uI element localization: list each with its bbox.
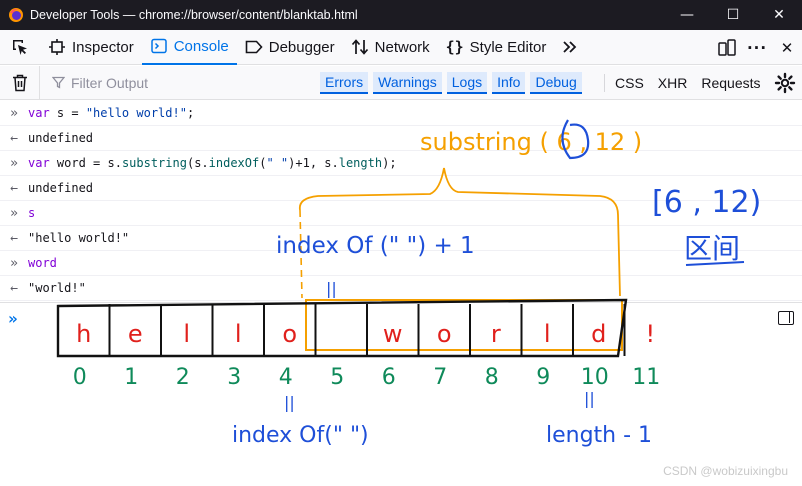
filter-input[interactable]: Filter Output [52,75,302,91]
message-text[interactable]: word [28,256,57,270]
sidebar-toggle-icon[interactable] [778,311,794,325]
dock-options-button[interactable] [712,30,742,65]
char-index: 10 [581,365,609,390]
message-text[interactable]: undefined [28,131,93,145]
message-text[interactable]: "hello world!" [28,231,129,245]
console-result-message: ← undefined [0,126,802,151]
filter-info-button[interactable]: Info [492,72,526,94]
tab-network[interactable]: Network [343,30,438,65]
filter-placeholder: Filter Output [71,74,149,91]
console-input-message: » s [0,201,802,226]
chevron-double-right-icon: » [10,105,18,121]
equals-mark-left: || [284,393,295,412]
chevron-double-right-icon [563,41,577,53]
style-editor-icon: {} [445,38,464,56]
filter-logs-button[interactable]: Logs [446,72,488,94]
filter-icon [52,76,65,89]
element-picker-button[interactable] [0,30,40,65]
tab-console[interactable]: Console [141,30,237,65]
ellipsis-icon: ··· [746,38,768,57]
filter-css-button[interactable]: CSS [615,75,644,91]
message-text[interactable]: s [28,206,35,220]
meatball-menu-button[interactable]: ··· [742,30,772,65]
message-text[interactable]: undefined [28,181,93,195]
tab-label: Console [173,37,229,55]
tab-label: Debugger [268,38,335,56]
network-icon [351,38,369,56]
filter-xhr-button[interactable]: XHR [658,75,688,91]
filter-errors-button[interactable]: Errors [320,72,369,94]
arrow-left-icon: ← [10,130,18,146]
arrow-left-icon: ← [10,180,18,196]
window-title: Developer Tools — chrome://browser/conte… [30,8,358,22]
toolbar-divider [604,74,605,92]
char-index: 5 [330,365,344,390]
char-index: 6 [382,365,396,390]
console-result-message: ← "world!" [0,276,802,301]
char-index: 9 [536,365,550,390]
char-index: 2 [176,365,190,390]
char-index: 8 [485,365,499,390]
inspector-icon [48,38,66,56]
element-picker-icon [13,40,27,55]
char-index: 0 [73,365,87,390]
char-index: 7 [433,365,447,390]
char-index: 1 [124,365,138,390]
debugger-icon [245,38,263,56]
message-text[interactable]: var word = s.substring(s.indexOf(" ")+1,… [28,156,397,170]
devtools-close-button[interactable]: ✕ [772,30,802,65]
more-tools-button[interactable] [554,30,586,65]
minimize-button[interactable]: — [664,0,710,30]
chevron-double-right-icon: » [10,155,18,171]
tab-debugger[interactable]: Debugger [237,30,343,65]
tab-inspector[interactable]: Inspector [40,30,142,65]
message-text[interactable]: "world!" [28,281,86,295]
close-icon: ✕ [780,38,794,57]
console-result-message: ← "hello world!" [0,226,802,251]
prompt-chevron-icon: » [8,309,18,328]
console-result-message: ← undefined [0,176,802,201]
console-toolbar: Filter Output Errors Warnings Logs Info … [0,65,802,100]
tab-label: Style Editor [469,38,547,56]
console-input-message: » var s = "hello world!"; [0,101,802,126]
filter-warnings-button[interactable]: Warnings [373,72,442,94]
filter-requests-button[interactable]: Requests [701,75,760,91]
trash-icon [12,74,27,91]
tab-label: Inspector [72,38,134,56]
console-input[interactable]: » [0,302,802,332]
tab-label: Network [374,38,430,56]
chevron-double-right-icon: » [10,205,18,221]
equals-mark-right: || [584,389,595,408]
arrow-left-icon: ← [10,280,18,296]
console-input-message: » word [0,251,802,276]
filter-debug-button[interactable]: Debug [530,72,582,94]
responsive-mode-icon [718,38,736,56]
char-index: 4 [279,365,293,390]
console-icon [150,37,168,55]
title-bar: Developer Tools — chrome://browser/conte… [0,0,802,30]
chevron-double-right-icon: » [10,255,18,271]
firefox-logo-icon [9,8,23,22]
close-button[interactable]: ✕ [756,0,802,30]
maximize-button[interactable]: ☐ [710,0,756,30]
gear-icon[interactable] [774,72,796,94]
char-index: 3 [227,365,241,390]
clear-console-button[interactable] [0,65,40,100]
watermark: CSDN @wobizuixingbu [663,464,788,478]
length-note: length - 1 [546,423,652,448]
tab-style-editor[interactable]: {} Style Editor [438,30,555,65]
message-text[interactable]: var s = "hello world!"; [28,106,194,120]
console-input-message: » var word = s.substring(s.indexOf(" ")+1… [0,151,802,176]
char-index: 11 [632,365,660,390]
arrow-left-icon: ← [10,230,18,246]
indexof-note: index Of(" ") [232,423,369,448]
devtools-tabbar: Inspector Console Debugger Network {} St… [0,30,802,65]
